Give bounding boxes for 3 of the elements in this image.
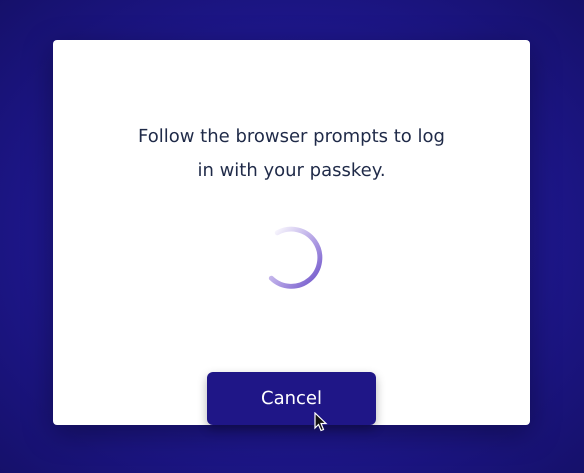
instruction-text: Follow the browser prompts to log in with your passkey.: [137, 125, 446, 183]
cancel-button[interactable]: Cancel: [207, 372, 376, 425]
mouse-pointer-icon: [314, 412, 328, 432]
